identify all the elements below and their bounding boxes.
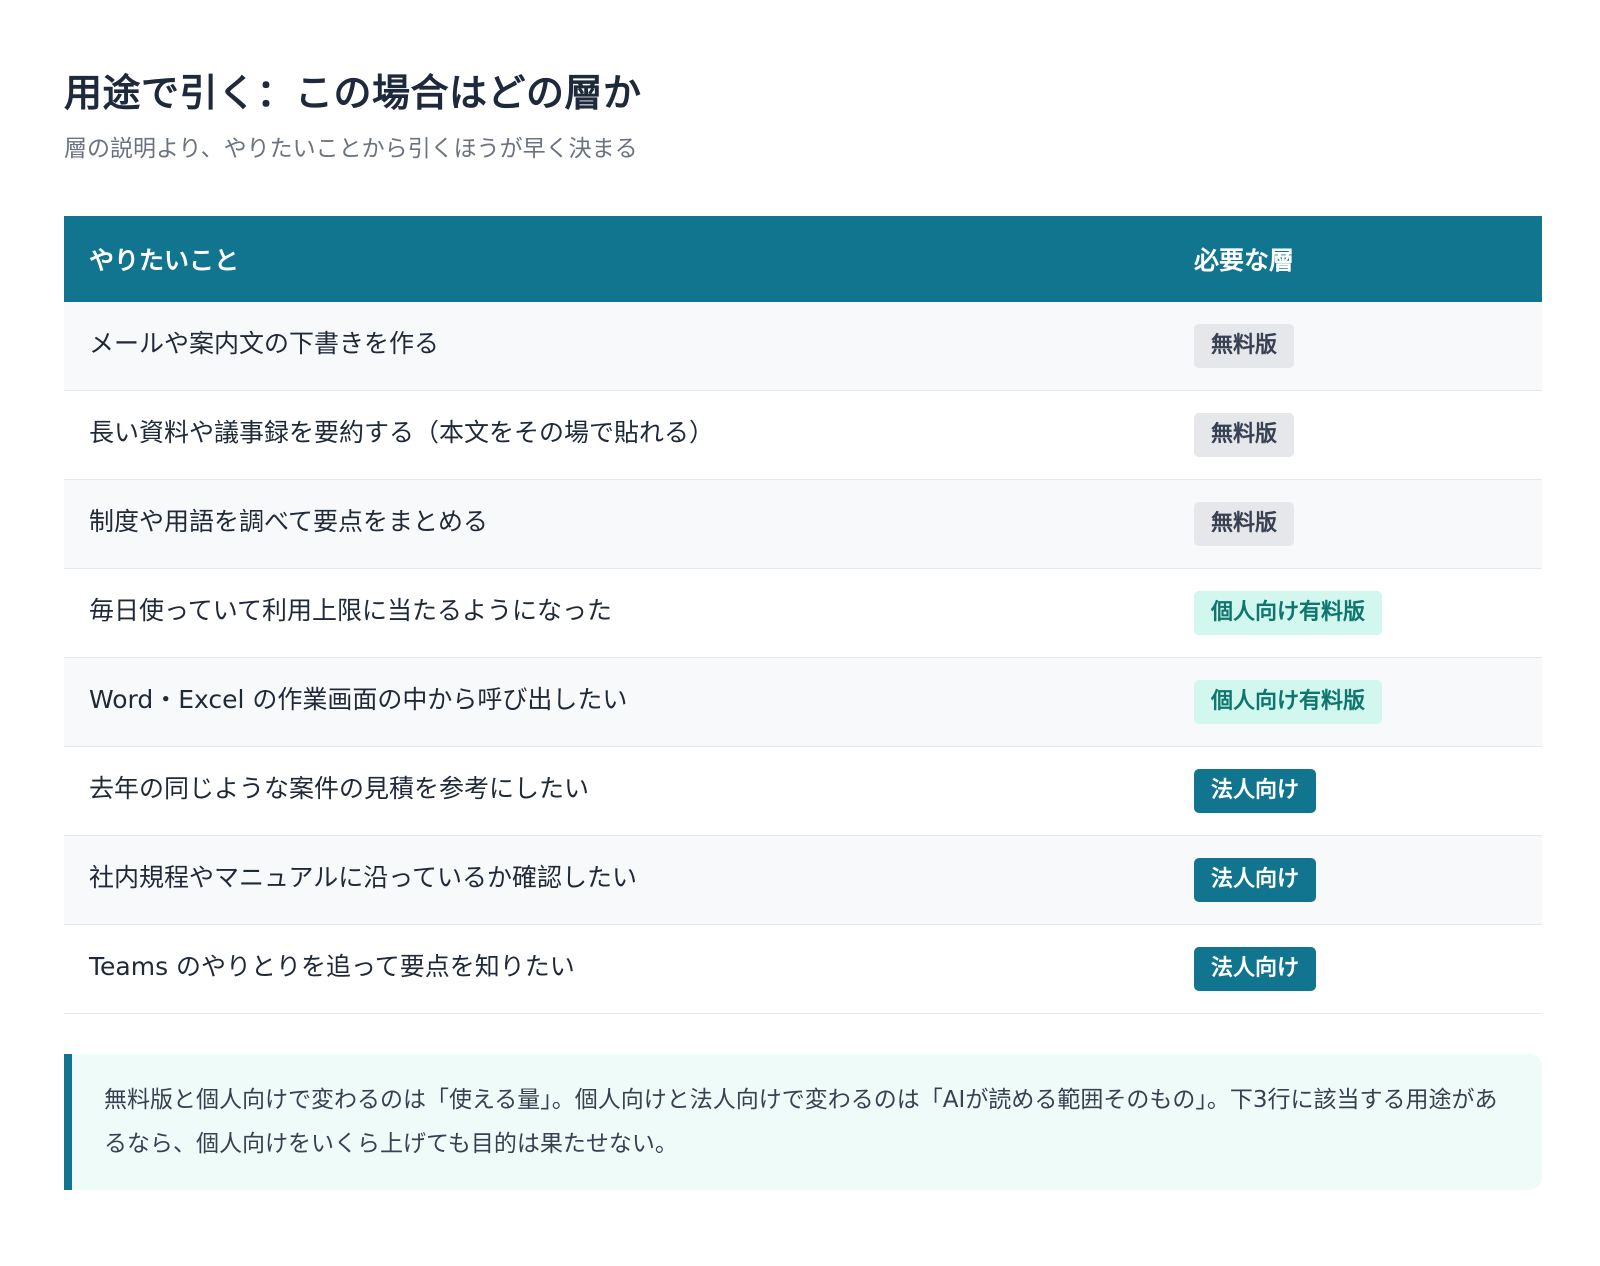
table-row: 長い資料や議事録を要約する（本文をその場で貼れる） 無料版 bbox=[64, 391, 1542, 480]
page-title: 用途で引く：この場合はどの層か bbox=[64, 71, 642, 115]
tier-badge-free: 無料版 bbox=[1194, 413, 1295, 457]
task-cell: 長い資料や議事録を要約する（本文をその場で貼れる） bbox=[89, 418, 715, 447]
table-row: 毎日使っていて利用上限に当たるようになった 個人向け有料版 bbox=[64, 569, 1542, 658]
task-cell: 制度や用語を調べて要点をまとめる bbox=[89, 507, 489, 536]
table-row: 社内規程やマニュアルに沿っているか確認したい 法人向け bbox=[64, 836, 1542, 925]
task-cell: 毎日使っていて利用上限に当たるようになった bbox=[89, 596, 613, 625]
tier-badge-business: 法人向け bbox=[1194, 769, 1317, 813]
task-cell: Teams のやりとりを追って要点を知りたい bbox=[89, 952, 575, 981]
header-task: やりたいこと bbox=[89, 246, 240, 275]
table-row: メールや案内文の下書きを作る 無料版 bbox=[64, 302, 1542, 391]
tier-badge-personal: 個人向け有料版 bbox=[1194, 591, 1383, 635]
table-row: 制度や用語を調べて要点をまとめる 無料版 bbox=[64, 480, 1542, 569]
tier-badge-business: 法人向け bbox=[1194, 947, 1317, 991]
table-row: Word・Excel の作業画面の中から呼び出したい 個人向け有料版 bbox=[64, 658, 1542, 747]
tier-badge-free: 無料版 bbox=[1194, 324, 1295, 368]
tier-badge-business: 法人向け bbox=[1194, 858, 1317, 902]
task-cell: メールや案内文の下書きを作る bbox=[89, 329, 440, 358]
task-cell: 社内規程やマニュアルに沿っているか確認したい bbox=[89, 863, 638, 892]
tier-badge-personal: 個人向け有料版 bbox=[1194, 680, 1383, 724]
tier-badge-free: 無料版 bbox=[1194, 502, 1295, 546]
page-subtitle: 層の説明より、やりたいことから引くほうが早く決まる bbox=[64, 136, 638, 162]
note-callout: 無料版と個人向けで変わるのは「使える量」。個人向けと法人向けで変わるのは「AIが… bbox=[64, 1054, 1542, 1190]
table-row: Teams のやりとりを追って要点を知りたい 法人向け bbox=[64, 925, 1542, 1014]
task-cell: Word・Excel の作業画面の中から呼び出したい bbox=[89, 685, 628, 714]
tier-table: やりたいこと 必要な層 メールや案内文の下書きを作る 無料版 長い資料や議事録を… bbox=[64, 216, 1542, 1014]
task-cell: 去年の同じような案件の見積を参考にしたい bbox=[89, 774, 590, 803]
header-tier: 必要な層 bbox=[1194, 246, 1295, 275]
table-row: 去年の同じような案件の見積を参考にしたい 法人向け bbox=[64, 747, 1542, 836]
page: 用途で引く：この場合はどの層か 層の説明より、やりたいことから引くほうが早く決ま… bbox=[64, 66, 1542, 1190]
table-header: やりたいこと 必要な層 bbox=[64, 216, 1542, 302]
